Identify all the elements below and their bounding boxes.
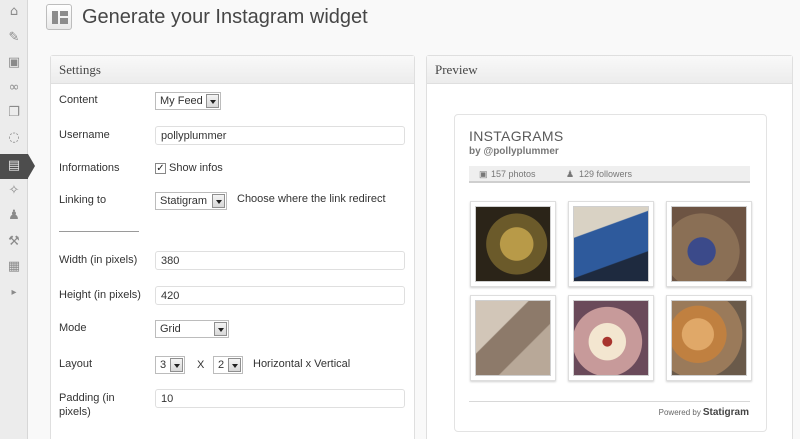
settings-panel: Settings Content My Feed Username pollyp…: [50, 55, 415, 439]
mode-select-value: Grid: [160, 323, 181, 335]
camera-icon: ▣: [479, 169, 488, 179]
username-input[interactable]: pollyplummer: [155, 126, 405, 145]
padding-label: Padding (in pixels): [59, 392, 115, 418]
photo-sleeping-dog: [475, 300, 551, 376]
photo-knitted-swatch: [475, 206, 551, 282]
content-select-value: My Feed: [160, 95, 203, 107]
chevron-down-icon: [214, 322, 227, 336]
chevron-down-icon: [228, 358, 241, 372]
content-select[interactable]: My Feed: [155, 92, 221, 110]
width-input[interactable]: 380: [155, 251, 405, 270]
brand-logo: Statigram: [702, 407, 749, 418]
photo-thumb[interactable]: [470, 201, 556, 287]
sidebar-active-arrow: [28, 154, 35, 178]
photo-thumb[interactable]: [568, 201, 654, 287]
collapse-icon[interactable]: ▸: [5, 284, 23, 302]
show-infos-label: Show infos: [169, 162, 223, 174]
appearance-page-icon: [46, 4, 72, 30]
layout-x-separator: X: [197, 359, 205, 371]
photo-cocktail-glass: [573, 300, 649, 376]
chevron-down-icon: [212, 194, 225, 208]
mode-select[interactable]: Grid: [155, 320, 229, 338]
layout-label: Layout: [59, 358, 93, 370]
photo-thumb[interactable]: [470, 295, 556, 381]
widget-username[interactable]: by @pollyplummer: [469, 146, 559, 157]
height-input[interactable]: 420: [155, 286, 405, 305]
photo-dog-sitting: [671, 206, 747, 282]
chevron-down-icon: [206, 94, 219, 108]
photo-thumb[interactable]: [666, 201, 752, 287]
mode-label: Mode: [59, 322, 87, 334]
preview-heading: Preview: [427, 56, 792, 84]
preview-panel: Preview INSTAGRAMS by @pollyplummer ▣ 15…: [426, 55, 793, 439]
instagram-widget: INSTAGRAMS by @pollyplummer ▣ 157 photos…: [454, 114, 767, 432]
widget-title: INSTAGRAMS: [469, 128, 564, 144]
padding-input[interactable]: 10: [155, 389, 405, 408]
photos-count: 157 photos: [491, 169, 536, 179]
settings-heading: Settings: [51, 56, 414, 84]
user-icon: ♟: [566, 169, 575, 179]
widget-footer-divider: [469, 401, 750, 402]
layout-horizontal-select[interactable]: 3: [155, 356, 185, 374]
photo-orange-cat: [671, 300, 747, 376]
width-label: Width (in pixels): [59, 254, 138, 266]
layout-vertical-select[interactable]: 2: [213, 356, 243, 374]
username-label: Username: [59, 129, 110, 141]
comments-icon[interactable]: ◌: [5, 129, 23, 147]
tools-icon[interactable]: ⚒: [5, 233, 23, 251]
photo-thumb[interactable]: [568, 295, 654, 381]
link-icon[interactable]: ∞: [5, 79, 23, 97]
layout-horizontal-value: 3: [160, 359, 167, 371]
informations-label: Informations: [59, 162, 120, 174]
layout-vertical-value: 2: [218, 359, 225, 371]
photo-dog-blue-sweater: [573, 206, 649, 282]
settings-icon[interactable]: ▦: [5, 258, 23, 276]
layout-hint: Horizontal x Vertical: [253, 358, 351, 370]
followers-count: 129 followers: [579, 169, 633, 179]
section-divider: [59, 231, 139, 232]
photo-thumb[interactable]: [666, 295, 752, 381]
widget-stats-bar: ▣ 157 photos ♟ 129 followers: [469, 166, 750, 183]
chevron-down-icon: [170, 358, 183, 372]
linking-select-value: Statigram: [160, 195, 208, 207]
pages-icon[interactable]: ❐: [5, 104, 23, 122]
powered-by-label: Powered by: [658, 408, 701, 417]
pin-icon[interactable]: ✎: [5, 29, 23, 47]
admin-sidebar: ⌂ ✎ ▣ ∞ ❐ ◌ ▤ ✧ ♟ ⚒ ▦ ▸: [0, 0, 35, 439]
linking-hint: Choose where the link redirect: [237, 193, 386, 205]
content-label: Content: [59, 94, 98, 106]
show-infos-checkbox[interactable]: ✓: [155, 163, 166, 174]
media-icon[interactable]: ▣: [5, 54, 23, 72]
linking-select[interactable]: Statigram: [155, 192, 227, 210]
powered-by[interactable]: Powered by Statigram: [659, 407, 749, 418]
appearance-icon[interactable]: ▤: [5, 157, 23, 175]
dashboard-icon[interactable]: ⌂: [5, 3, 23, 21]
linking-label: Linking to: [59, 194, 107, 206]
height-label: Height (in pixels): [59, 289, 141, 301]
users-icon[interactable]: ♟: [5, 207, 23, 225]
page-title: Generate your Instagram widget: [82, 6, 368, 28]
plugins-icon[interactable]: ✧: [5, 182, 23, 200]
